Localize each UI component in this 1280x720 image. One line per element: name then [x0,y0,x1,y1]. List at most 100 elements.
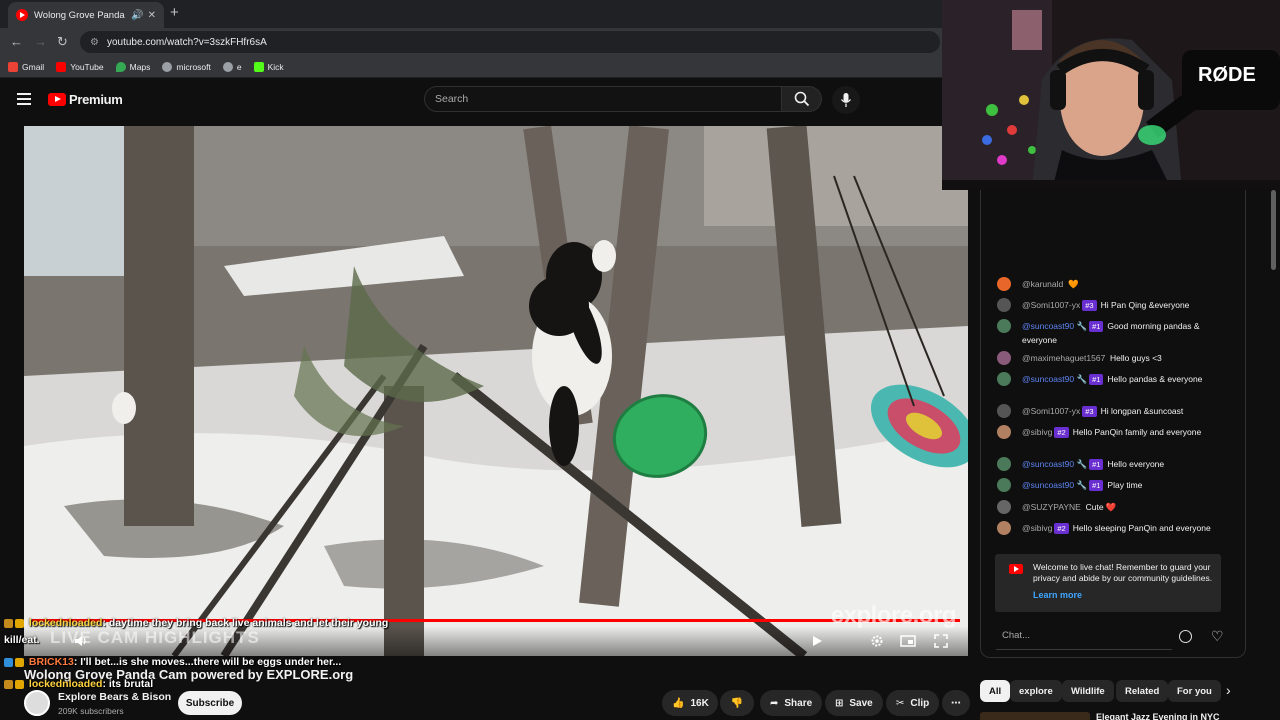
sub-badge-icon [4,618,13,628]
bookmark-gmail[interactable]: Gmail [8,61,44,72]
browser-tab[interactable]: Wolong Grove Panda Cam 🔊 ✕ [8,2,164,28]
url-text: youtube.com/watch?v=3szkFHfr6sA [106,36,267,48]
member-badge: #1 [1089,480,1104,491]
subscriber-count: 209K subscribers [58,706,124,716]
thumbs-up-icon: 👍 [672,697,685,709]
member-badge: #1 [1089,459,1104,470]
youtube-icon [56,61,67,72]
more-actions-button[interactable]: ⋯ [942,690,970,716]
scissors-icon: ✂ [896,697,905,709]
rode-mic-logo: RØDE [1198,64,1256,86]
chip-related[interactable]: Related [1116,680,1169,702]
video-player[interactable]: explore.org [24,126,968,656]
chevron-right-icon[interactable]: › [1226,682,1231,698]
chat-message: @sibivg #2 Hello sleeping PanQin and every… [981,521,1231,535]
chat-input[interactable]: Chat... [996,624,1172,650]
overlay-chat-line: kill/eat. [4,634,40,646]
bits-badge-icon [15,679,24,689]
member-badge: #1 [1089,321,1104,332]
forward-icon[interactable]: → [34,34,47,49]
settings-gear-icon[interactable] [870,634,884,648]
site-info-icon[interactable]: ⚙ [90,37,99,48]
bookmark-kick[interactable]: Kick [253,61,284,72]
chat-avatar [997,457,1011,471]
chat-avatar [997,319,1011,333]
maps-pin-icon [115,61,126,72]
bookmark-youtube[interactable]: YouTube [56,61,104,72]
chip-for-you[interactable]: For you [1168,680,1221,702]
chip-wildlife[interactable]: Wildlife [1062,680,1114,702]
bookmark-e[interactable]: e [222,61,242,72]
member-badge: #3 [1082,406,1097,417]
gmail-icon [8,61,18,72]
search-input[interactable]: Search [424,86,782,112]
close-tab-icon[interactable]: ✕ [148,10,156,21]
youtube-favicon-icon [16,9,28,21]
recommended-thumbnail[interactable] [980,712,1090,720]
search-button[interactable] [782,86,822,112]
channel-avatar[interactable] [24,690,50,716]
chat-message: @suncoast90 🔧 #1 Hello pandas & everyone [981,372,1231,386]
emoji-icon[interactable] [1179,630,1192,643]
chat-avatar [997,298,1011,312]
dislike-button[interactable]: 👎 [720,690,754,716]
thumbs-down-icon: 👎 [730,697,744,709]
chat-avatar [997,372,1011,386]
share-arrow-icon: ➦ [770,697,779,709]
chat-avatar [997,478,1011,492]
sub-badge-icon [4,657,13,667]
chat-avatar [997,404,1011,418]
wrench-icon: 🔧 [1076,480,1088,490]
share-button[interactable]: ➦ Share [760,690,823,716]
chat-avatar [997,425,1011,439]
page-scrollbar[interactable] [1271,190,1276,270]
heart-icon[interactable]: ♡ [1211,628,1224,645]
channel-name[interactable]: Explore Bears & Bison [58,691,171,703]
chat-avatar [997,351,1011,365]
sub-badge-icon [4,679,13,689]
live-cam-highlights-overlay: LIVE CAM HIGHLIGHTS [50,628,260,647]
microphone-icon [840,93,852,107]
recommended-title[interactable]: Elegant Jazz Evening in NYC [1096,712,1220,720]
wrench-icon: 🔧 [1076,321,1088,331]
url-bar[interactable]: ⚙ youtube.com/watch?v=3szkFHfr6sA [80,31,940,53]
wrench-icon: 🔧 [1076,459,1088,469]
fullscreen-icon[interactable] [934,634,948,648]
play-icon[interactable] [810,634,824,648]
overlay-chat-line: lockednloaded: its brutal [4,678,153,690]
webcam-frame [942,0,1280,190]
reload-icon[interactable]: ↻ [57,34,68,50]
like-button[interactable]: 👍 16K [662,690,718,716]
chat-avatar [997,277,1011,291]
more-dots-icon: ⋯ [951,697,961,709]
learn-more-link[interactable]: Learn more [1033,590,1082,600]
back-icon[interactable]: ← [10,34,23,49]
save-button[interactable]: ⊞ Save [825,690,883,716]
chat-message: @suncoast90 🔧 #1 Play time [981,478,1231,492]
chat-message: @Somi1007-yx #3 Hi Pan Qing &everyone [981,298,1231,312]
chip-all[interactable]: All [980,680,1011,702]
bookmark-microsoft[interactable]: microsoft [162,61,211,72]
chat-message: @suncoast90 🔧 #1 Hello everyone [981,457,1231,471]
voice-search-button[interactable] [832,86,860,114]
globe-icon [162,61,173,72]
bits-badge-icon [15,618,24,628]
new-tab-icon[interactable]: + [170,4,179,21]
video-frame [24,126,968,656]
chat-message: @maximehaguet1567 Hello guys <3 [981,351,1231,365]
youtube-premium-logo[interactable]: Premium [48,92,123,107]
screen: Wolong Grove Panda Cam 🔊 ✕ + ← → ↻ ⚙ you… [0,0,1280,720]
menu-icon[interactable] [17,93,31,105]
member-badge: #2 [1054,427,1069,438]
chip-explore[interactable]: explore [1010,680,1062,702]
chat-avatar [997,521,1011,535]
subscribe-button[interactable]: Subscribe [178,691,242,715]
bookmark-maps[interactable]: Maps [115,61,150,72]
globe-icon [222,61,233,72]
chat-message: @sibivg #2 Hello PanQin family and everyon… [981,425,1231,439]
theater-mode-icon[interactable] [900,634,916,648]
speaker-icon[interactable]: 🔊 [131,10,143,21]
youtube-logo-icon [1009,564,1023,574]
bookmark-icon: ⊞ [835,697,844,709]
clip-button[interactable]: ✂ Clip [886,690,940,716]
